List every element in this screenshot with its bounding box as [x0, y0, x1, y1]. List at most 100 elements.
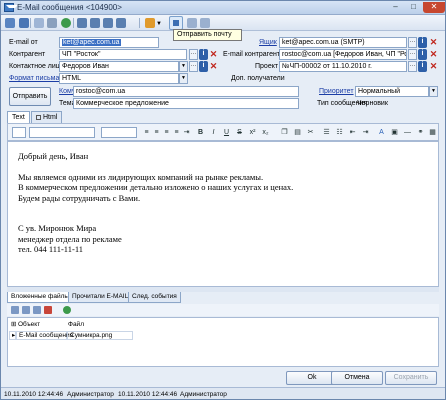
contractor-field[interactable]: ЧП "Росток" [59, 49, 187, 60]
window-title: E-Mail сообщения <104900> [17, 3, 122, 12]
chevron-down-icon[interactable]: ▼ [179, 61, 188, 72]
reply-icon[interactable] [90, 18, 100, 28]
message-editor[interactable]: Добрый день, Иван Мы являемся одними из … [7, 141, 439, 287]
outdent-icon[interactable]: ⇤ [348, 128, 357, 137]
bullet-list-icon[interactable]: ☰ [322, 128, 331, 137]
subject-field[interactable]: Коммерческое предложение [73, 98, 299, 109]
format-label[interactable]: Формат письма [9, 75, 59, 82]
contact-select-button[interactable]: ··· [189, 61, 198, 72]
editor-tabs: Text Html [7, 111, 437, 124]
cut-icon[interactable]: ✂ [306, 128, 315, 137]
created-date: 10.11.2010 12:44:46 [4, 391, 64, 398]
align-left-icon[interactable]: ≡ [142, 128, 151, 137]
mailbox-label[interactable]: Ящик [259, 39, 277, 46]
tab-read-by[interactable]: Прочитали E-MAIL [68, 292, 133, 303]
link-icon[interactable]: ⚭ [416, 128, 425, 137]
contact-info-icon[interactable]: i [199, 61, 208, 72]
chevron-down-icon[interactable]: ▼ [179, 73, 188, 84]
contractor-email-label: E-mail контрагента [223, 51, 284, 58]
tab-html[interactable]: Html [31, 111, 63, 123]
align-center-icon[interactable]: ≡ [152, 128, 161, 137]
contractor-info-icon[interactable]: i [199, 49, 208, 60]
project-info-icon[interactable]: i [418, 61, 427, 72]
justify-icon[interactable]: ≡ [172, 128, 181, 137]
number-list-icon[interactable]: ☷ [335, 128, 344, 137]
contractor-email-clear-icon[interactable]: ✕ [429, 49, 438, 60]
email-from-field[interactable]: ket@apec.com.ua [59, 37, 159, 48]
delete-file-icon[interactable] [44, 306, 52, 314]
close-doc-icon[interactable] [200, 18, 210, 28]
indent-more-icon[interactable]: ⇥ [361, 128, 370, 137]
contact-field[interactable]: Федоров Иван [59, 61, 179, 72]
project-select-button[interactable]: ··· [408, 61, 417, 72]
font-color-icon[interactable]: A [377, 128, 386, 137]
send-button[interactable]: Отправить [9, 87, 51, 106]
contractor-label: Контрагент [9, 51, 46, 58]
mailbox-info-icon[interactable]: i [418, 37, 427, 48]
contractor-email-field[interactable]: rostoc@com.ua [Федоров Иван, ЧП "Рос [279, 49, 407, 60]
hr-icon[interactable]: — [403, 128, 412, 137]
attachment-object-cell[interactable]: E-Mail сообщения [16, 331, 73, 340]
superscript-button[interactable]: x² [248, 128, 257, 137]
contractor-select-button[interactable]: ··· [189, 49, 198, 60]
contractor-email-info-icon[interactable]: i [418, 49, 427, 60]
chevron-down-icon[interactable]: ▼ [156, 21, 162, 27]
to-field[interactable]: rostoc@com.ua [73, 86, 299, 97]
tab-attachments[interactable]: Вложенные файлы [7, 292, 74, 303]
grid-expand-icon[interactable]: ⊞ [11, 321, 16, 330]
attach-icon[interactable] [47, 18, 57, 28]
mailbox-select-button[interactable]: ··· [408, 37, 417, 48]
edit-file-icon[interactable] [22, 306, 30, 314]
save-close-icon[interactable] [19, 18, 29, 28]
priority-field[interactable]: Нормальный [355, 86, 429, 97]
font-size-combo[interactable] [101, 127, 137, 138]
save-icon[interactable] [5, 18, 15, 28]
copy-icon[interactable] [34, 18, 44, 28]
format-field[interactable]: HTML [59, 73, 179, 84]
status-bar: 10.11.2010 12:44:46 Администратор 10.11.… [1, 387, 445, 399]
maximize-button[interactable]: □ [405, 2, 422, 13]
add-file-icon[interactable] [11, 306, 19, 314]
strikethrough-button[interactable]: S [235, 128, 244, 137]
reply-icon[interactable] [103, 18, 113, 28]
copy-icon[interactable]: ❐ [280, 128, 289, 137]
minimize-button[interactable]: – [387, 2, 404, 13]
cancel-button[interactable]: Отмена [331, 371, 383, 385]
italic-button[interactable]: I [209, 128, 218, 137]
refresh-icon[interactable] [61, 18, 71, 28]
column-header-file[interactable]: Файл [68, 321, 84, 330]
reply-all-icon[interactable] [116, 18, 126, 28]
contractor-clear-icon[interactable]: ✕ [209, 49, 218, 60]
priority-label[interactable]: Приоритет [319, 88, 354, 95]
table-icon[interactable]: ▦ [428, 128, 437, 137]
column-header-object[interactable]: Объект [18, 321, 40, 330]
contact-clear-icon[interactable]: ✕ [209, 61, 218, 72]
mailbox-clear-icon[interactable]: ✕ [429, 37, 438, 48]
paste-icon[interactable]: ▤ [293, 128, 302, 137]
html-tab-icon [36, 114, 41, 120]
project-clear-icon[interactable]: ✕ [429, 61, 438, 72]
indent-icon[interactable]: ⇥ [182, 128, 191, 137]
project-field[interactable]: №ЧП-00002 от 11.10.2010 г. [279, 61, 407, 72]
style-combo[interactable] [12, 127, 26, 138]
mailbox-field[interactable]: ket@apec.com.ua (SMTP) [279, 37, 407, 48]
contact-label: Контактное лицо [9, 63, 64, 70]
image-icon[interactable]: ▣ [390, 128, 399, 137]
font-combo[interactable] [29, 127, 95, 138]
status-icon[interactable] [145, 18, 155, 28]
align-right-icon[interactable]: ≡ [162, 128, 171, 137]
contractor-email-select-button[interactable]: ··· [408, 49, 417, 60]
refresh-icon[interactable] [63, 306, 71, 314]
send-mail-icon[interactable] [169, 16, 183, 30]
bold-button[interactable]: B [196, 128, 205, 137]
chevron-down-icon[interactable]: ▼ [429, 86, 438, 97]
attachment-file-cell[interactable]: Сумникра.png [67, 331, 133, 340]
tab-next-events[interactable]: След. события [128, 292, 181, 303]
open-file-icon[interactable] [33, 306, 41, 314]
close-button[interactable]: ✕ [423, 2, 445, 13]
underline-button[interactable]: U [222, 128, 231, 137]
subscript-button[interactable]: x₂ [261, 128, 270, 137]
forward-icon[interactable] [77, 18, 87, 28]
row-indicator-icon: ▸ [9, 331, 16, 340]
print-icon[interactable] [187, 18, 197, 28]
